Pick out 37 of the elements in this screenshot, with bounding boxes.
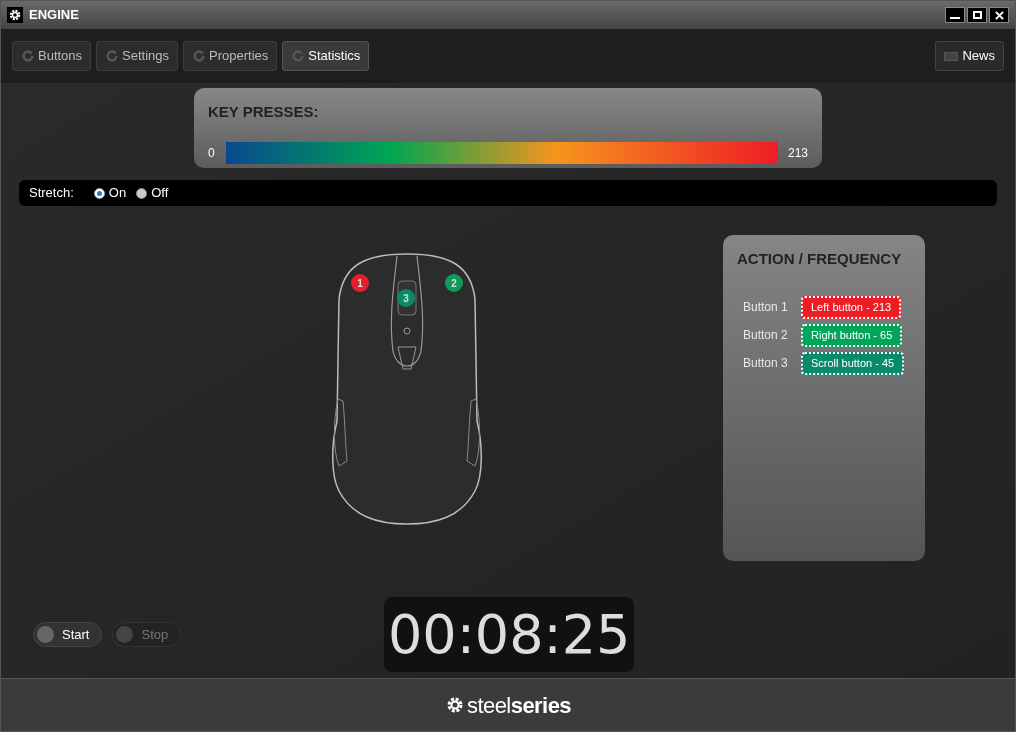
refresh-icon (192, 49, 207, 63)
refresh-icon (291, 49, 306, 63)
radio-option[interactable]: On (93, 183, 127, 203)
radio-option[interactable]: Off (136, 183, 169, 203)
close-icon (994, 10, 1004, 20)
news-icon (944, 51, 959, 61)
panel-title: KEY PRESSES: (208, 102, 320, 122)
tab[interactable]: Properties (183, 41, 278, 71)
indicator-icon (37, 626, 54, 643)
app-logo-icon (7, 7, 23, 23)
window-title: ENGINE (29, 6, 79, 25)
frequency-tag: Left button - 213 (801, 295, 902, 319)
control-button[interactable]: Start (33, 622, 103, 647)
brand-logo: steelseries (466, 691, 572, 720)
news-button[interactable]: News (935, 41, 1004, 71)
tab[interactable]: Buttons (12, 41, 92, 71)
stretch-label: Stretch: (29, 184, 74, 203)
mouse-button-marker: 1 (351, 274, 369, 292)
indicator-icon (116, 626, 134, 643)
mouse-button-marker: 2 (445, 274, 463, 292)
tab[interactable]: Settings (96, 41, 179, 71)
frequency-tag: Right button - 65 (801, 323, 903, 347)
scale-max-label: 213 (787, 144, 808, 162)
close-button[interactable] (989, 7, 1009, 23)
mouse-button-marker: 3 (397, 289, 415, 307)
refresh-icon (105, 49, 120, 63)
button-label: Button 1 (743, 299, 789, 316)
frequency-tag: Scroll button - 45 (801, 351, 905, 375)
scale-min-label: 0 (208, 144, 216, 162)
refresh-icon (21, 49, 35, 63)
tab[interactable]: Statistics (282, 41, 370, 71)
minimize-button[interactable] (945, 7, 965, 23)
button-label: Button 3 (743, 355, 789, 372)
maximize-button[interactable] (967, 7, 987, 23)
button-label: Button 2 (743, 327, 789, 344)
timer-display: 00:08:25 (384, 597, 635, 672)
panel-title: ACTION / FREQUENCY (737, 249, 903, 269)
